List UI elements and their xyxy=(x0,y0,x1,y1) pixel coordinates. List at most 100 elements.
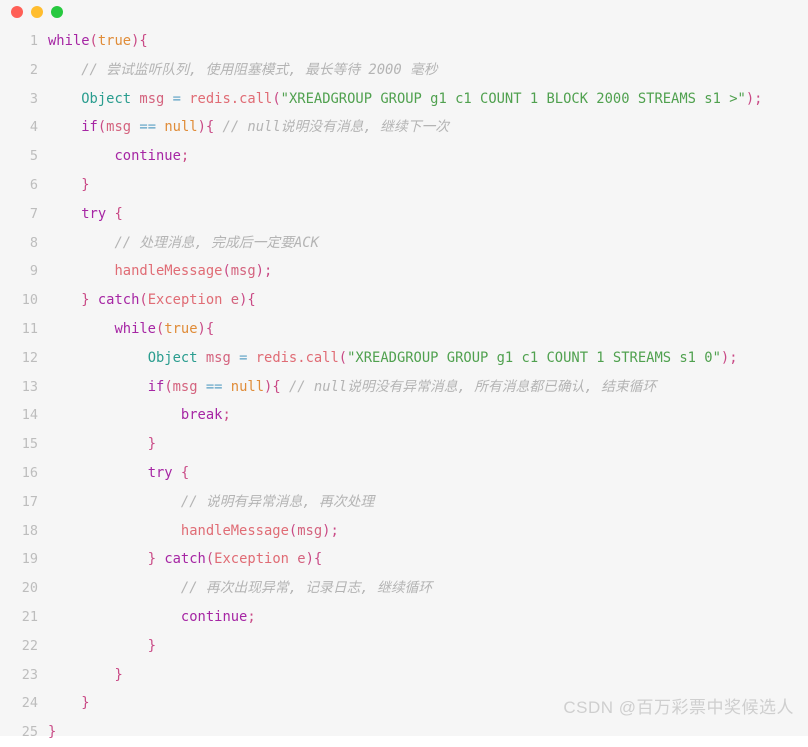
code-line[interactable]: 9 handleMessage(msg); xyxy=(0,257,808,286)
code-line[interactable]: 8 // 处理消息, 完成后一定要ACK xyxy=(0,229,808,258)
token-var: e xyxy=(230,292,240,309)
code-line[interactable]: 15 } xyxy=(0,430,808,459)
line-content: } xyxy=(48,171,89,200)
code-line[interactable]: 7 try { xyxy=(0,200,808,229)
line-number: 9 xyxy=(29,263,38,280)
line-content: Object msg = redis.call("XREADGROUP GROU… xyxy=(48,344,738,373)
token-punc: ( xyxy=(272,90,281,107)
code-line[interactable]: 21 continue; xyxy=(0,603,808,632)
code-line[interactable]: 23 } xyxy=(0,661,808,690)
token-kw: while xyxy=(48,33,90,49)
token-punc: } xyxy=(147,436,156,453)
token-punc: ; xyxy=(729,349,738,366)
line-content: while(true){ xyxy=(48,27,148,56)
code-line[interactable]: 5 continue; xyxy=(0,142,808,171)
line-content: handleMessage(msg); xyxy=(48,517,339,546)
line-number: 12 xyxy=(21,349,38,366)
token-fn: . xyxy=(297,349,306,366)
code-line[interactable]: 6 } xyxy=(0,171,808,200)
token-punc: ; xyxy=(180,148,190,165)
line-content: try { xyxy=(48,200,123,229)
line-content: break; xyxy=(48,401,231,430)
code-line[interactable]: 3 Object msg = redis.call("XREADGROUP GR… xyxy=(0,85,808,114)
token-null: null xyxy=(164,119,198,136)
line-content: } catch(Exception e){ xyxy=(48,545,323,574)
code-line[interactable]: 2 // 尝试监听队列, 使用阻塞模式, 最长等待 2000 毫秒 xyxy=(0,56,808,85)
token-cmt: // 尝试监听队列, 使用阻塞模式, 最长等待 2000 毫秒 xyxy=(81,61,438,78)
code-line[interactable]: 14 break; xyxy=(0,401,808,430)
token-kw: try xyxy=(81,205,107,222)
line-number: 2 xyxy=(29,61,38,78)
token-punc: ( xyxy=(288,522,298,539)
token-fn: . xyxy=(230,90,240,107)
line-content: while(true){ xyxy=(48,315,214,344)
token-kw: if xyxy=(81,119,98,136)
token-lit: true xyxy=(97,33,132,49)
code-line[interactable]: 4 if(msg == null){ // null说明没有消息, 继续下一次 xyxy=(0,113,808,142)
token-punc: { xyxy=(313,551,323,568)
line-number: 18 xyxy=(21,522,38,539)
line-number: 25 xyxy=(21,724,38,741)
line-number: 20 xyxy=(21,580,38,597)
line-number: 22 xyxy=(21,637,38,654)
code-line[interactable]: 13 if(msg == null){ // null说明没有异常消息, 所有消… xyxy=(0,373,808,402)
line-number: 13 xyxy=(21,378,38,395)
minimize-icon[interactable] xyxy=(31,6,43,18)
code-line[interactable]: 25} xyxy=(0,718,808,747)
token-op: == xyxy=(139,119,157,136)
line-content: handleMessage(msg); xyxy=(48,257,272,286)
line-content: } xyxy=(48,661,122,690)
line-content: if(msg == null){ // null说明没有异常消息, 所有消息都已… xyxy=(48,373,657,402)
close-icon[interactable] xyxy=(11,6,23,18)
token-var: msg xyxy=(297,522,323,539)
token-punc: ) xyxy=(255,263,264,280)
token-kw: catch xyxy=(97,292,140,309)
token-punc: { xyxy=(272,378,281,395)
code-line[interactable]: 22 } xyxy=(0,632,808,661)
token-lit: true xyxy=(164,320,198,337)
line-number: 16 xyxy=(21,464,38,481)
token-punc: ; xyxy=(222,407,231,424)
code-line[interactable]: 20 // 再次出现异常, 记录日志, 继续循环 xyxy=(0,574,808,603)
maximize-icon[interactable] xyxy=(51,6,63,18)
token-cmt: // null说明没有消息, 继续下一次 xyxy=(222,119,450,136)
code-line[interactable]: 19 } catch(Exception e){ xyxy=(0,545,808,574)
token-fn: redis xyxy=(255,349,298,366)
code-line[interactable]: 11 while(true){ xyxy=(0,315,808,344)
token-type: Object xyxy=(147,349,198,366)
token-cmt: // null说明没有异常消息, 所有消息都已确认, 结束循环 xyxy=(288,378,657,395)
code-line[interactable]: 1 while(true){ xyxy=(0,27,808,56)
token-null: null xyxy=(230,378,265,395)
token-fn: Exception xyxy=(214,551,289,568)
line-number: 11 xyxy=(21,320,38,337)
code-editor[interactable]: 1 while(true){2 // 尝试监听队列, 使用阻塞模式, 最长等待 2… xyxy=(0,24,808,747)
line-content: Object msg = redis.call("XREADGROUP GROU… xyxy=(48,85,762,114)
code-line[interactable]: 17 // 说明有异常消息, 再次处理 xyxy=(0,488,808,517)
token-fn: Exception xyxy=(147,292,223,309)
line-content: // 说明有异常消息, 再次处理 xyxy=(48,488,374,517)
code-line[interactable]: 16 try { xyxy=(0,459,808,488)
token-var: msg xyxy=(172,378,198,395)
token-punc: } xyxy=(81,292,90,309)
code-line[interactable]: 12 Object msg = redis.call("XREADGROUP G… xyxy=(0,344,808,373)
line-number: 24 xyxy=(21,695,38,712)
code-line[interactable]: 18 handleMessage(msg); xyxy=(0,517,808,546)
code-line[interactable]: 10 } catch(Exception e){ xyxy=(0,286,808,315)
